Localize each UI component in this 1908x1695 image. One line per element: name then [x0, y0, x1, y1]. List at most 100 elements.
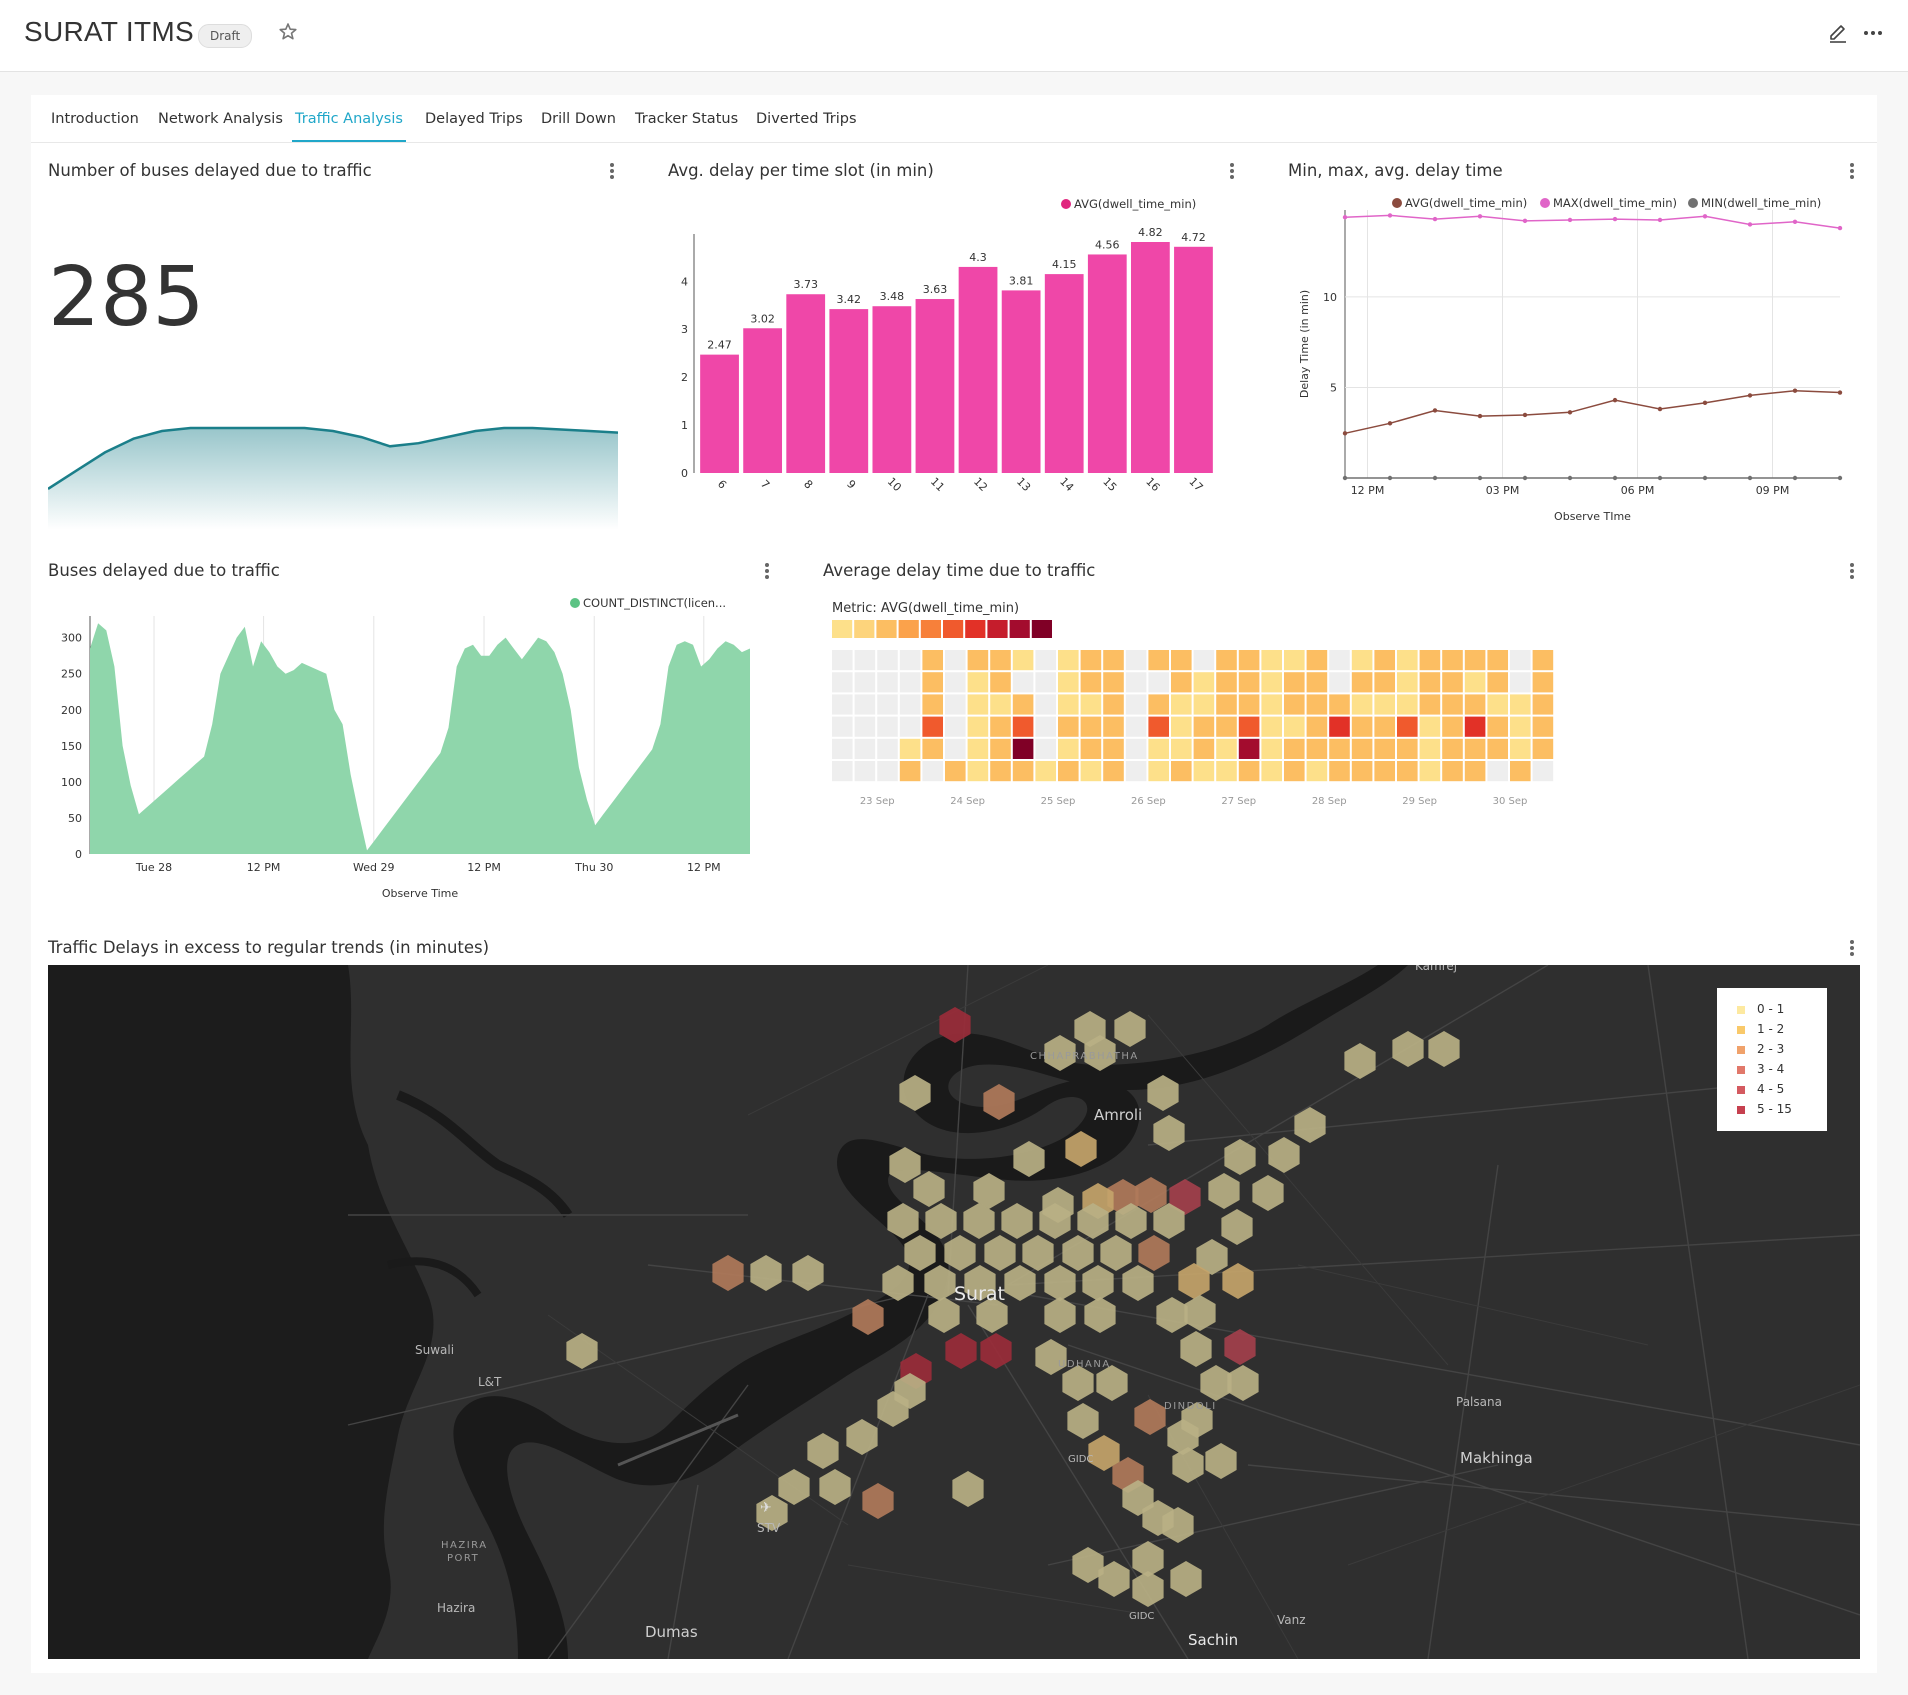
heatmap-cell — [967, 761, 989, 782]
heatmap-cell — [990, 694, 1011, 715]
heatmap-cell — [1329, 738, 1350, 759]
map-label-hazira: Hazira — [437, 1601, 476, 1615]
heatmap-cell — [1442, 694, 1463, 715]
heatmap-cell — [832, 672, 853, 693]
area-series — [90, 623, 750, 854]
hex-bin — [1062, 1235, 1094, 1271]
color-scale-swatch — [1031, 620, 1052, 638]
map-canvas[interactable] — [48, 965, 1860, 1659]
heatmap-cell — [967, 694, 989, 715]
heatmap-cell — [1284, 738, 1305, 759]
legend-swatch — [1061, 199, 1071, 209]
x-tick-label: 23 Sep — [860, 796, 895, 807]
heatmap-cell — [1216, 672, 1237, 693]
heatmap-cell — [877, 738, 898, 759]
heatmap-cell — [967, 650, 989, 671]
tab-drill-down[interactable]: Drill Down — [541, 95, 616, 140]
legend-swatch — [1737, 1085, 1745, 1094]
y-tick-label: 0 — [681, 467, 688, 480]
heatmap-cell — [1103, 694, 1124, 715]
heatmap-cell — [1374, 694, 1395, 715]
heatmap-cell — [1125, 738, 1147, 759]
y-tick-label: 1 — [681, 419, 688, 432]
heatmap-cell — [1306, 650, 1328, 671]
edit-pencil-icon[interactable] — [1825, 20, 1851, 46]
hex-bin — [819, 1469, 851, 1505]
bar — [743, 328, 783, 473]
bar-data-label: 3.48 — [880, 290, 905, 303]
map-label-udhana: UDHANA — [1058, 1359, 1111, 1370]
hex-bin — [1222, 1263, 1254, 1299]
tab-introduction[interactable]: Introduction — [51, 95, 139, 140]
heatmap-cell — [990, 716, 1011, 737]
heatmap-cell — [1035, 672, 1056, 693]
heatmap-cell — [1329, 761, 1350, 782]
map-label-dumas: Dumas — [645, 1623, 698, 1641]
hex-bin — [980, 1333, 1012, 1369]
map-label-surat: Surat — [954, 1283, 1006, 1305]
tab-traffic-analysis[interactable]: Traffic Analysis — [292, 95, 406, 142]
favorite-star-icon[interactable] — [276, 20, 300, 44]
hex-bin — [1200, 1365, 1232, 1401]
panel-menu-icon[interactable] — [1846, 161, 1858, 181]
legend-swatch — [1737, 1105, 1745, 1114]
x-tick-label: 11 — [928, 475, 947, 494]
legend-swatch — [1540, 198, 1550, 208]
heatmap-cell — [1419, 738, 1441, 759]
legend-swatch — [570, 598, 580, 608]
bar-data-label: 3.42 — [837, 293, 862, 306]
heatmap-cell — [1171, 716, 1192, 737]
data-point — [1342, 475, 1348, 481]
panel-menu-icon[interactable] — [761, 561, 773, 581]
heatmap-cell — [1193, 738, 1215, 759]
hex-bin — [1082, 1265, 1114, 1301]
map-label-suwali: Suwali — [415, 1343, 455, 1357]
tab-tracker-status[interactable]: Tracker Status — [635, 95, 738, 140]
hex-bin — [944, 1235, 976, 1271]
heatmap-cell — [922, 761, 943, 782]
tab-diverted-trips[interactable]: Diverted Trips — [756, 95, 857, 140]
map-label-chhaprabhatha: CHHAPRABHATHA — [1030, 1051, 1139, 1062]
x-tick-label: 16 — [1143, 475, 1162, 494]
y-tick-label: 4 — [681, 275, 688, 288]
bar-data-label: 4.15 — [1052, 258, 1077, 271]
heatmap-cell — [854, 694, 876, 715]
more-options-icon[interactable] — [1860, 20, 1886, 46]
heatmap-cell — [1397, 761, 1418, 782]
heatmap-cell — [1171, 761, 1192, 782]
delay-calendar-heatmap: Metric: AVG(dwell_time_min) 23 Sep 24 Sep 2… — [832, 601, 1554, 807]
heatmap-cell — [1306, 738, 1328, 759]
heatmap-cell — [1238, 672, 1260, 693]
heatmap-cell — [1284, 716, 1305, 737]
heatmap-cell — [1035, 650, 1056, 671]
bar — [1130, 242, 1170, 473]
heatmap-cell — [945, 694, 966, 715]
panel-menu-icon[interactable] — [1846, 938, 1858, 958]
map-label-hazira-port: HAZIRA — [441, 1540, 488, 1551]
heatmap-cell — [832, 761, 853, 782]
panel-menu-icon[interactable] — [1226, 161, 1238, 181]
heatmap-cell — [832, 650, 853, 671]
heatmap-cell — [1442, 716, 1463, 737]
heatmap-cell — [1419, 672, 1441, 693]
x-tick-label: 28 Sep — [1312, 796, 1347, 807]
hex-bin — [952, 1471, 984, 1507]
x-tick-label: 12 PM — [247, 861, 281, 874]
hex-bin — [1153, 1115, 1185, 1151]
legend-label: AVG(dwell_time_min) — [1074, 197, 1196, 211]
map-label-palsana: Palsana — [1456, 1395, 1502, 1409]
color-scale-swatch — [898, 620, 919, 638]
traffic-delay-map[interactable]: Kamrej CHHAPRABHATHA Amroli Surat Suwali… — [48, 965, 1860, 1659]
y-tick-label: 2 — [681, 371, 688, 384]
hex-bin — [1001, 1203, 1033, 1239]
heatmap-cell — [1238, 738, 1260, 759]
data-point — [1792, 388, 1798, 393]
tab-network-analysis[interactable]: Network Analysis — [158, 95, 283, 140]
tab-delayed-trips[interactable]: Delayed Trips — [425, 95, 523, 140]
heatmap-cell — [832, 738, 853, 759]
panel-menu-icon[interactable] — [606, 161, 618, 181]
heatmap-cell — [945, 650, 966, 671]
panel-menu-icon[interactable] — [1846, 561, 1858, 581]
heatmap-cell — [1442, 738, 1463, 759]
data-point — [1702, 400, 1708, 406]
